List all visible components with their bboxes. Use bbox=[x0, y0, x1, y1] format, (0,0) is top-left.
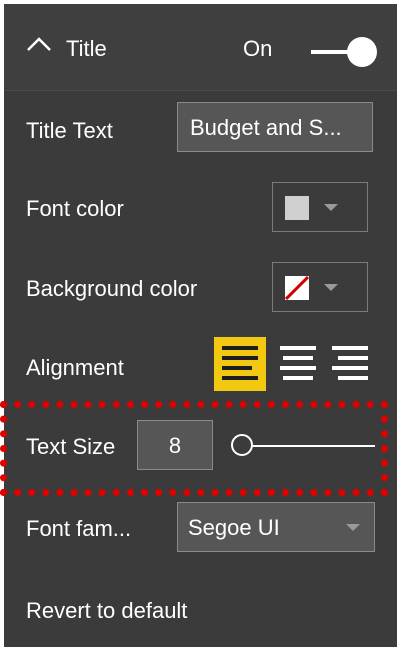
slider-thumb[interactable] bbox=[231, 434, 253, 456]
text-size-slider[interactable] bbox=[231, 431, 375, 461]
chevron-down-icon bbox=[324, 284, 338, 291]
title-text-label: Title Text bbox=[26, 118, 113, 143]
font-family-dropdown[interactable]: Segoe UI bbox=[177, 502, 375, 552]
no-color-icon bbox=[285, 276, 309, 300]
alignment-label: Alignment bbox=[26, 355, 124, 380]
background-color-label: Background color bbox=[26, 276, 198, 301]
toggle-state-label: On bbox=[243, 36, 273, 61]
chevron-up-icon[interactable] bbox=[26, 34, 52, 54]
title-text-input[interactable]: Budget and S... bbox=[177, 102, 373, 152]
font-family-value: Segoe UI bbox=[188, 515, 280, 540]
revert-to-default-link[interactable]: Revert to default bbox=[26, 598, 187, 624]
format-pane: Title On Title Text Budget and S... Font… bbox=[0, 4, 397, 647]
align-center-button[interactable] bbox=[272, 337, 324, 391]
title-toggle[interactable] bbox=[311, 37, 377, 67]
align-right-button[interactable] bbox=[324, 337, 376, 391]
font-color-swatch bbox=[285, 196, 309, 220]
background-color-picker[interactable] bbox=[272, 262, 368, 312]
slider-track bbox=[247, 445, 375, 447]
font-color-label: Font color bbox=[26, 196, 124, 221]
title-section-header[interactable]: Title On bbox=[4, 4, 397, 91]
text-size-input[interactable]: 8 bbox=[137, 420, 213, 470]
chevron-down-icon bbox=[346, 524, 360, 531]
chevron-down-icon bbox=[324, 204, 338, 211]
font-color-picker[interactable] bbox=[272, 182, 368, 232]
text-size-label: Text Size bbox=[26, 434, 116, 459]
section-title: Title bbox=[66, 36, 107, 61]
align-left-button[interactable] bbox=[214, 337, 266, 391]
font-family-label: Font fam... bbox=[26, 516, 132, 541]
